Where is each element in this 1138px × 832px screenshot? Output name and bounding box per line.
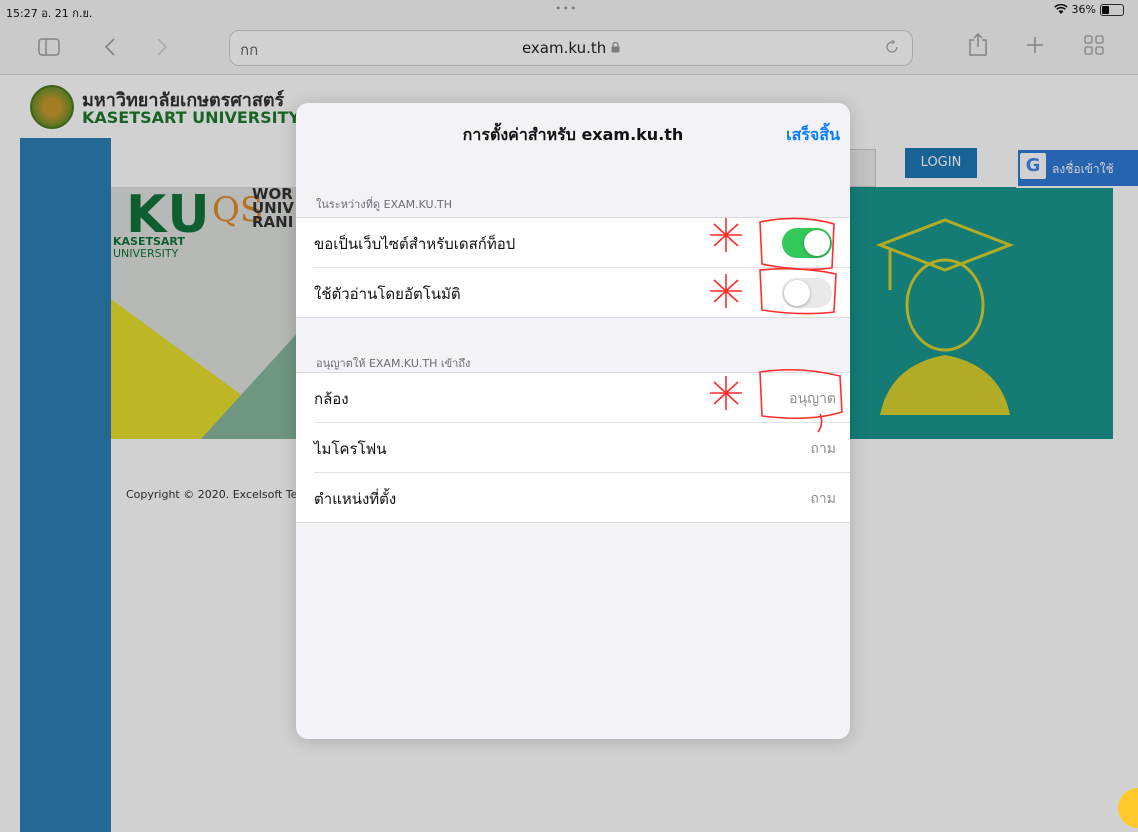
microphone-label: ไมโครโฟน [314, 440, 387, 458]
desktop-site-label: ขอเป็นเว็บไซต์สำหรับเดสก์ท็อป [314, 235, 516, 253]
location-row[interactable]: ตำแหน่งที่ตั้ง ถาม [314, 472, 850, 522]
sheet-title: การตั้งค่าสำหรับ exam.ku.th [462, 125, 684, 144]
reader-row[interactable]: ใช้ตัวอ่านโดยอัตโนมัติ [314, 267, 850, 317]
viewing-settings-group: ขอเป็นเว็บไซต์สำหรับเดสก์ท็อป ใช้ตัวอ่าน… [296, 217, 850, 318]
camera-permission-value[interactable]: อนุญาต [789, 388, 836, 410]
camera-label: กล้อง [314, 390, 349, 408]
section-while-viewing-header: ในระหว่างที่ดู EXAM.KU.TH [316, 198, 453, 211]
desktop-site-toggle[interactable] [782, 228, 832, 258]
camera-row[interactable]: กล้อง อนุญาต [296, 373, 850, 422]
location-label: ตำแหน่งที่ตั้ง [314, 490, 397, 508]
done-button[interactable]: เสร็จสิ้น [786, 123, 840, 148]
microphone-permission-value[interactable]: ถาม [810, 438, 836, 460]
location-permission-value[interactable]: ถาม [810, 488, 836, 510]
section-permissions-header: อนุญาตให้ EXAM.KU.TH เข้าถึง [316, 357, 471, 370]
reader-toggle[interactable] [782, 278, 832, 308]
microphone-row[interactable]: ไมโครโฟน ถาม [314, 422, 850, 472]
reader-label: ใช้ตัวอ่านโดยอัตโนมัติ [314, 285, 461, 303]
desktop-site-row[interactable]: ขอเป็นเว็บไซต์สำหรับเดสก์ท็อป [296, 218, 850, 267]
permissions-group: กล้อง อนุญาต ไมโครโฟน ถาม ตำแหน่งที่ตั้ง… [296, 372, 850, 523]
website-settings-sheet: การตั้งค่าสำหรับ exam.ku.th เสร็จสิ้น ใน… [296, 103, 850, 739]
